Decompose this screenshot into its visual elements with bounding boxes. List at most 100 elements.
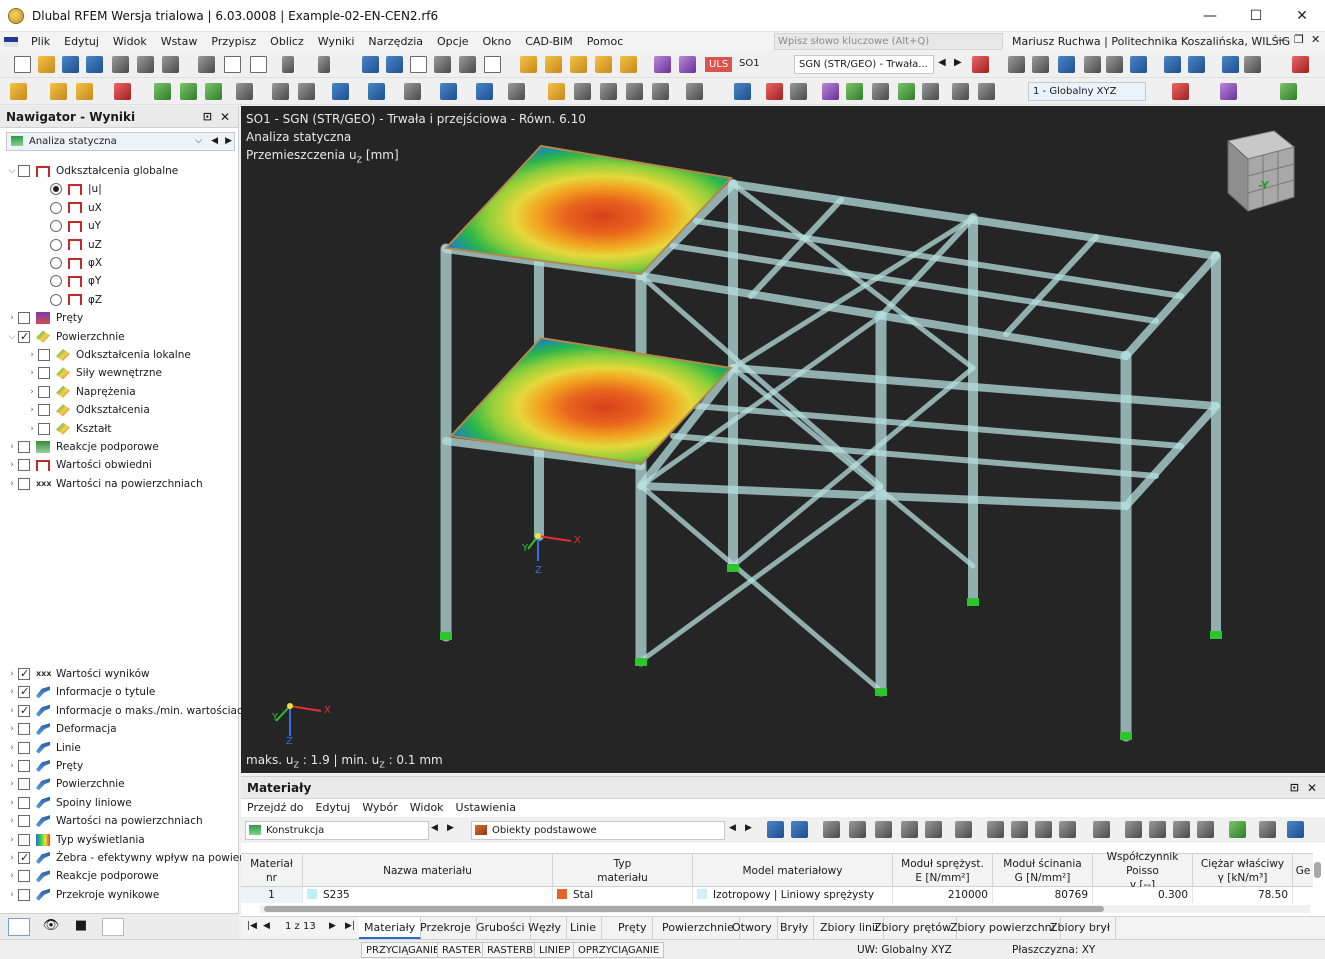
osnap-button[interactable]: OPRZYCIĄGANIE [573, 942, 665, 958]
tab-2[interactable]: Grubości [471, 917, 531, 939]
delete-row-icon[interactable] [955, 821, 972, 838]
tree-item[interactable]: uY [26, 217, 101, 235]
prev-analysis-button[interactable]: ◀ [211, 133, 218, 150]
select-in-table-icon[interactable] [767, 821, 784, 838]
results-tab-icon[interactable] [102, 918, 124, 936]
values-icon[interactable] [1032, 56, 1049, 73]
tree-item[interactable]: › Wartości obwiedni [6, 456, 152, 474]
member-icon[interactable] [114, 83, 131, 100]
chevron-right-icon[interactable]: › [6, 812, 18, 830]
tab-5[interactable]: Pręty [613, 917, 653, 939]
plant-icon[interactable] [898, 83, 915, 100]
tab-4[interactable]: Linie [565, 917, 602, 939]
chevron-right-icon[interactable]: › [6, 309, 18, 327]
load-case-select[interactable]: SO1 [735, 55, 791, 74]
panel-close-button[interactable]: ✕ [1311, 33, 1320, 46]
menu-help[interactable]: Pomoc [580, 32, 630, 51]
copy-row-icon[interactable] [901, 821, 918, 838]
3d-viewport[interactable] [241, 106, 1325, 773]
target-icon[interactable] [570, 56, 587, 73]
coord-system-select[interactable]: 1 - Globalny XYZ [1028, 82, 1146, 101]
color-scale-icon[interactable] [1130, 56, 1147, 73]
menu-cad-bim[interactable]: CAD-BIM [518, 32, 580, 51]
check-icon[interactable] [1280, 83, 1297, 100]
display-option[interactable]: › Żebra - efektywny wpływ na powier... [6, 849, 252, 867]
column-icon[interactable] [1093, 821, 1110, 838]
doc-view-icon[interactable] [484, 56, 501, 73]
print-table-icon[interactable] [1259, 821, 1276, 838]
tree-radio[interactable] [50, 183, 62, 196]
col-material-type[interactable]: Typ materiału [553, 854, 693, 888]
cube-view-icon[interactable] [476, 83, 493, 100]
view-panel-icon[interactable] [362, 56, 379, 73]
display-option[interactable]: › xxx Wartości wyników [6, 665, 149, 683]
gridb-button[interactable]: RASTERB [482, 942, 538, 958]
next-page-button[interactable]: ▶ [329, 921, 336, 931]
cell-poisson[interactable]: 0.300 [1093, 887, 1193, 903]
grid-button[interactable]: RASTER [437, 942, 487, 958]
tree-checkbox[interactable] [18, 477, 30, 490]
undo-icon[interactable] [282, 56, 294, 73]
wave-icon[interactable] [822, 83, 839, 100]
calc-icon[interactable] [520, 56, 537, 73]
excel-icon[interactable] [1229, 821, 1246, 838]
grid-5-icon[interactable] [686, 83, 703, 100]
tree-radio[interactable] [50, 238, 62, 251]
menu-tools[interactable]: Narzędzia [361, 32, 430, 51]
chevron-right-icon[interactable]: › [6, 475, 18, 493]
tree-radio[interactable] [50, 201, 62, 214]
cell-elastic-modulus[interactable]: 210000 [893, 887, 993, 903]
panel-minimize-button[interactable]: — [1276, 33, 1287, 46]
display-option[interactable]: › Deformacja [6, 720, 117, 738]
model-icon[interactable] [86, 56, 103, 73]
chevron-right-icon[interactable]: › [6, 702, 18, 720]
measure-icon[interactable] [272, 83, 289, 100]
tab-8[interactable]: Bryły [775, 917, 815, 939]
prev-case-button[interactable]: ◀ [938, 57, 946, 68]
box-icon[interactable] [404, 83, 421, 100]
tree-radio[interactable] [50, 220, 62, 233]
camera-icon[interactable]: ■ [70, 918, 92, 936]
tree-item[interactable]: |u| [26, 180, 102, 198]
tab-12[interactable]: Zbiory brył [1045, 917, 1116, 939]
grid-2-icon[interactable] [600, 83, 617, 100]
chevron-right-icon[interactable]: › [26, 346, 38, 364]
redo-icon[interactable] [318, 56, 330, 73]
next-case-button[interactable]: ▶ [954, 57, 962, 68]
combination-icon[interactable] [679, 56, 696, 73]
tab-7[interactable]: Otwory [727, 917, 778, 939]
fx-icon[interactable] [1149, 821, 1166, 838]
menu-file[interactable]: Plik [24, 32, 57, 51]
display-option[interactable]: › Pręty [6, 757, 83, 775]
fx-edit-icon[interactable] [1173, 821, 1190, 838]
table-vertical-scrollbar[interactable] [1314, 862, 1321, 878]
display-checkbox[interactable] [18, 849, 30, 867]
col-material-model[interactable]: Model materiałowy [693, 854, 893, 888]
table-view-icon[interactable] [386, 56, 403, 73]
panel-restore-button[interactable]: ❐ [1294, 33, 1304, 46]
tree-radio[interactable] [50, 275, 62, 288]
decimals-icon[interactable] [1287, 821, 1304, 838]
eye-icon[interactable]: 👁 [40, 918, 62, 936]
display-option[interactable]: › Wartości na powierzchniach [6, 812, 203, 830]
first-page-button[interactable]: |◀ [247, 921, 257, 931]
display-checkbox[interactable] [18, 833, 30, 846]
xxx-values-icon[interactable] [1188, 56, 1205, 73]
next-analysis-button[interactable]: ▶ [225, 133, 232, 150]
navigator-close-button[interactable]: ✕ [220, 106, 230, 128]
tree-item[interactable]: › Odkształcenia [26, 401, 150, 419]
chevron-right-icon[interactable]: › [26, 401, 38, 419]
chevron-down-icon[interactable]: ⌵ [6, 328, 18, 346]
display-option[interactable]: › Reakcje podporowe [6, 867, 159, 885]
materials-menu-settings[interactable]: Ustawienia [450, 799, 522, 817]
delete-results-icon[interactable] [972, 56, 989, 73]
chevron-right-icon[interactable]: › [6, 665, 18, 683]
cell-type[interactable]: Stal [553, 887, 693, 903]
display-checkbox[interactable] [18, 723, 30, 736]
display-checkbox[interactable] [18, 665, 30, 683]
chevron-right-icon[interactable]: › [6, 720, 18, 738]
language-flag-icon[interactable] [4, 36, 18, 47]
section-icon[interactable] [1058, 56, 1075, 73]
support-line-icon[interactable] [180, 83, 197, 100]
filter2-next-button[interactable]: ▶ [745, 823, 752, 833]
